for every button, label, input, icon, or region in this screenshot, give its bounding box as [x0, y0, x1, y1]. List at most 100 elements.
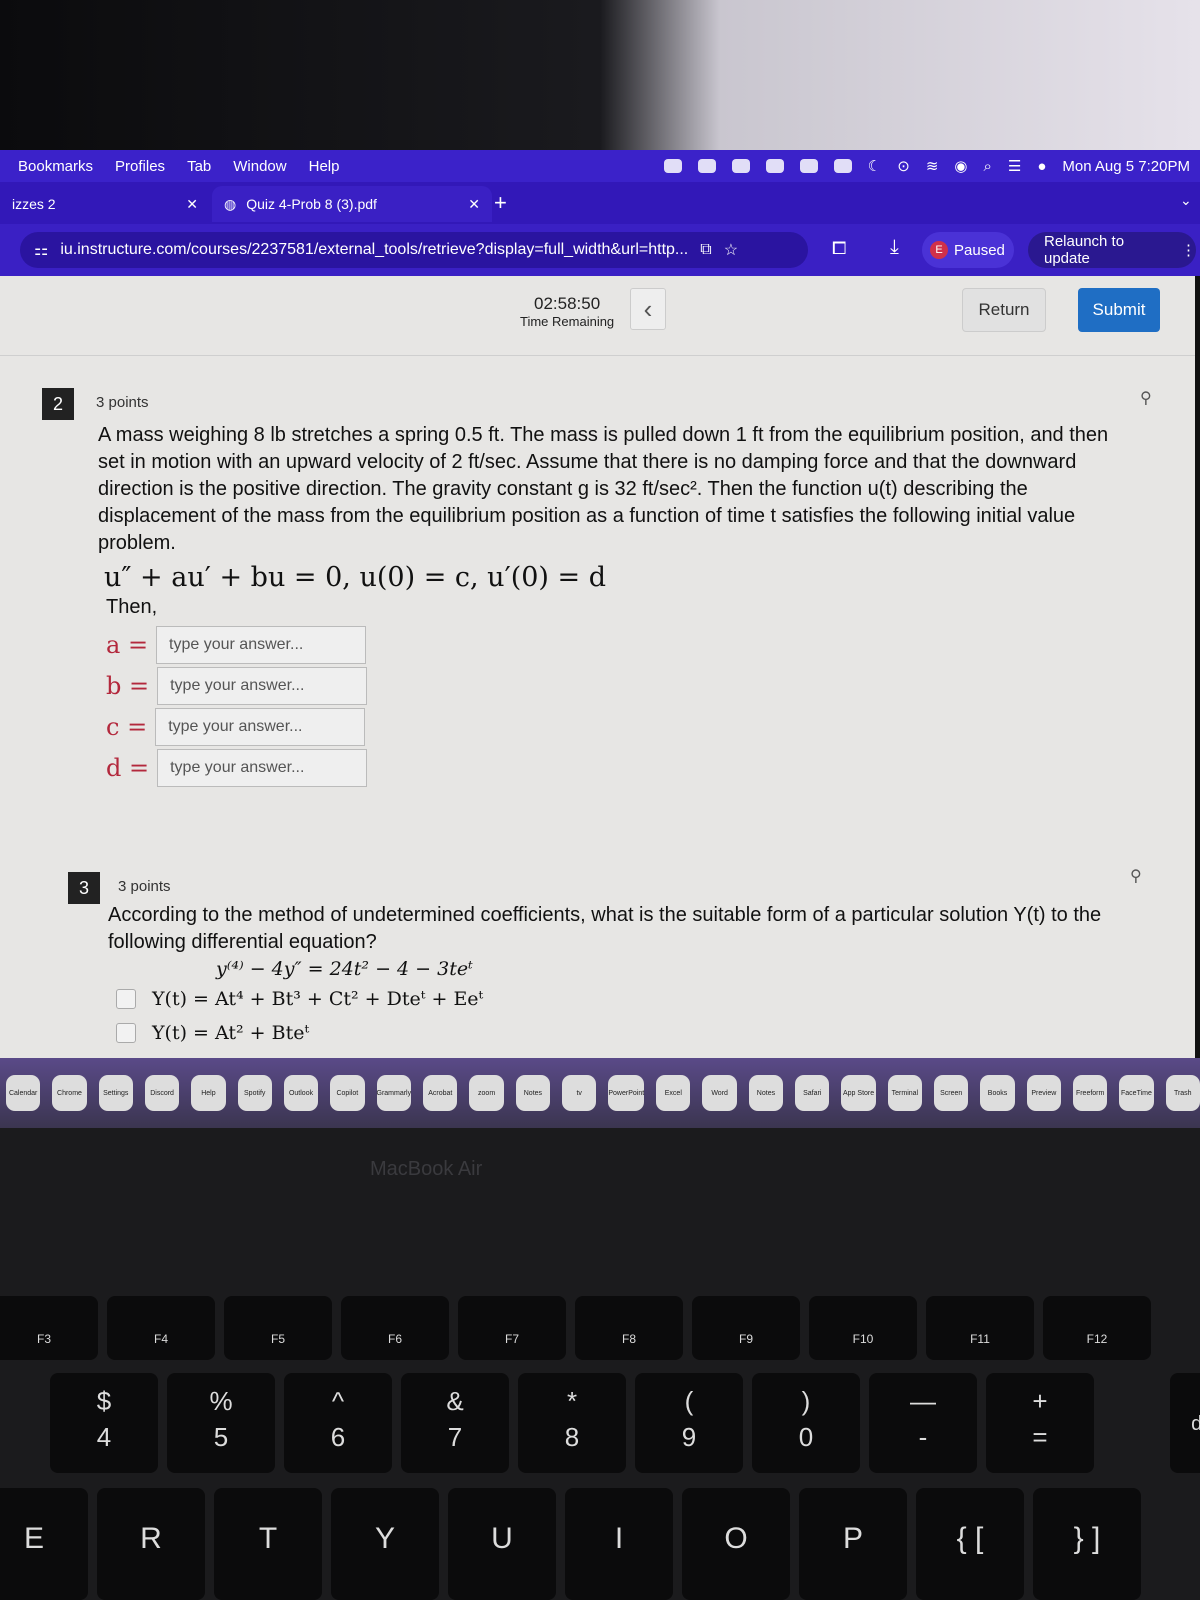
menu-tab[interactable]: Tab	[187, 158, 211, 175]
answer-input-a[interactable]: type your answer...	[156, 626, 367, 664]
dock-item-notes[interactable]: Notes	[515, 1075, 551, 1111]
url-field[interactable]: ⚏ iu.instructure.com/courses/2237581/ext…	[20, 232, 808, 268]
dock-item-books[interactable]: Books	[980, 1075, 1015, 1111]
dock-item-notes[interactable]: Notes	[748, 1075, 784, 1111]
dock-item-word[interactable]: Word	[702, 1075, 737, 1111]
dock-item-help[interactable]: Help	[191, 1075, 226, 1111]
dock-item-freeform[interactable]: Freeform	[1072, 1075, 1108, 1111]
key-f4[interactable]: F4	[107, 1296, 215, 1360]
key-f7[interactable]: F7	[458, 1296, 566, 1360]
key-f11[interactable]: F11	[926, 1296, 1034, 1360]
dock-item-copilot[interactable]: Copilot	[330, 1075, 365, 1111]
dock-item-excel[interactable]: Excel	[656, 1075, 691, 1111]
dock-item-screen[interactable]: Screen	[934, 1075, 969, 1111]
option-1[interactable]: Y(t) = At⁴ + Bt³ + Ct² + Dteᵗ + Eeᵗ	[116, 988, 483, 1010]
dock-item-discord[interactable]: Discord	[144, 1075, 180, 1111]
battery-icon[interactable]	[833, 159, 852, 173]
key-T[interactable]: T	[214, 1488, 322, 1600]
siri-icon[interactable]: ●	[1037, 158, 1046, 175]
clock[interactable]: Mon Aug 5 7:20PM	[1062, 158, 1190, 175]
key-{[[interactable]: { [	[916, 1488, 1024, 1600]
key-f12[interactable]: F12	[1043, 1296, 1151, 1360]
dock-item-spotify[interactable]: Spotify	[237, 1075, 272, 1111]
dock-item-powerpoint[interactable]: PowerPoint	[608, 1075, 645, 1111]
key-7[interactable]: & 7	[401, 1373, 509, 1473]
menu-help[interactable]: Help	[309, 158, 340, 175]
tab-quizzes[interactable]: izzes 2 ✕	[0, 186, 210, 222]
key--[interactable]: — -	[869, 1373, 977, 1473]
dock-item-acrobat[interactable]: Acrobat	[423, 1075, 458, 1111]
answer-input-b[interactable]: type your answer...	[157, 667, 368, 705]
creative-cloud-icon[interactable]	[799, 159, 818, 173]
dock-item-grammarly[interactable]: Grammarly	[376, 1075, 412, 1111]
submit-button[interactable]: Submit	[1078, 288, 1160, 332]
dock-item-app-store[interactable]: App Store	[841, 1075, 876, 1111]
dock-item-trash[interactable]: Trash	[1165, 1075, 1200, 1111]
menu-bookmarks[interactable]: Bookmarks	[18, 158, 93, 175]
tab-list-chevron-icon[interactable]: ⌄	[1180, 192, 1192, 209]
key-O[interactable]: O	[682, 1488, 790, 1600]
dock-item-facetime[interactable]: FaceTime	[1119, 1075, 1154, 1111]
key-f3[interactable]: F3	[0, 1296, 98, 1360]
menu-profiles[interactable]: Profiles	[115, 158, 165, 175]
dock-item-terminal[interactable]: Terminal	[887, 1075, 923, 1111]
new-tab-button[interactable]: +	[494, 190, 507, 216]
relaunch-button[interactable]: Relaunch to update ⋮	[1028, 232, 1196, 268]
key-Y[interactable]: Y	[331, 1488, 439, 1600]
moon-icon[interactable]: ☾	[868, 157, 881, 175]
answer-input-d[interactable]: type your answer...	[157, 749, 368, 787]
key-f9[interactable]: F9	[692, 1296, 800, 1360]
install-icon[interactable]: ⧉	[700, 241, 711, 259]
menu-window[interactable]: Window	[233, 158, 286, 175]
key-I[interactable]: I	[565, 1488, 673, 1600]
play-icon[interactable]: ⊙	[897, 157, 910, 175]
control-center-icon[interactable]: ☰	[1008, 157, 1021, 175]
key-0[interactable]: ) 0	[752, 1373, 860, 1473]
more-icon[interactable]: ⋮	[1181, 241, 1196, 259]
dock-item-chrome[interactable]: Chrome	[52, 1075, 87, 1111]
key-E[interactable]: E	[0, 1488, 88, 1600]
outlook-icon[interactable]	[731, 159, 750, 173]
key-P[interactable]: P	[799, 1488, 907, 1600]
dock-item-calendar[interactable]: Calendar	[6, 1075, 41, 1111]
bookmark-star-icon[interactable]: ☆	[724, 240, 738, 260]
dock-item-preview[interactable]: Preview	[1026, 1075, 1061, 1111]
key-}][interactable]: } ]	[1033, 1488, 1141, 1600]
dock-item-settings[interactable]: Settings	[98, 1075, 133, 1111]
user-icon[interactable]: ◉	[954, 157, 967, 175]
option-2[interactable]: Y(t) = At² + Bteᵗ	[116, 1022, 309, 1044]
grammarly-icon[interactable]	[765, 159, 784, 173]
collapse-chevron-button[interactable]: ‹	[630, 288, 666, 330]
dock-item-safari[interactable]: Safari	[795, 1075, 830, 1111]
answer-input-c[interactable]: type your answer...	[155, 708, 366, 746]
key-6[interactable]: ^ 6	[284, 1373, 392, 1473]
download-icon[interactable]: ⤓	[890, 236, 899, 259]
site-info-icon[interactable]: ⚏	[34, 240, 48, 260]
dock-item-tv[interactable]: tv	[562, 1075, 597, 1111]
dock-item-outlook[interactable]: Outlook	[283, 1075, 319, 1111]
checkbox[interactable]	[116, 989, 136, 1009]
key-f5[interactable]: F5	[224, 1296, 332, 1360]
key-5[interactable]: % 5	[167, 1373, 275, 1473]
video-icon[interactable]	[663, 159, 682, 173]
key-f10[interactable]: F10	[809, 1296, 917, 1360]
dock-item-zoom[interactable]: zoom	[469, 1075, 504, 1111]
tab-pdf[interactable]: ◍ Quiz 4-Prob 8 (3).pdf ✕	[212, 186, 492, 222]
profile-paused-button[interactable]: E Paused	[922, 232, 1014, 268]
key-U[interactable]: U	[448, 1488, 556, 1600]
close-icon[interactable]: ✕	[468, 196, 480, 213]
checkbox[interactable]	[116, 1023, 136, 1043]
key-f6[interactable]: F6	[341, 1296, 449, 1360]
key-9[interactable]: (9	[635, 1373, 743, 1473]
key-R[interactable]: R	[97, 1488, 205, 1600]
key-8[interactable]: * 8	[518, 1373, 626, 1473]
extensions-icon[interactable]: ⧠	[832, 238, 846, 259]
pin-icon[interactable]: ⚲	[1130, 866, 1142, 886]
key-delete[interactable]: dele	[1170, 1373, 1200, 1473]
wifi-icon[interactable]: ≋	[926, 157, 939, 175]
zoom-icon[interactable]	[697, 159, 716, 173]
key-=[interactable]: + =	[986, 1373, 1094, 1473]
return-button[interactable]: Return	[962, 288, 1046, 332]
close-icon[interactable]: ✕	[186, 196, 198, 213]
key-f8[interactable]: F8	[575, 1296, 683, 1360]
